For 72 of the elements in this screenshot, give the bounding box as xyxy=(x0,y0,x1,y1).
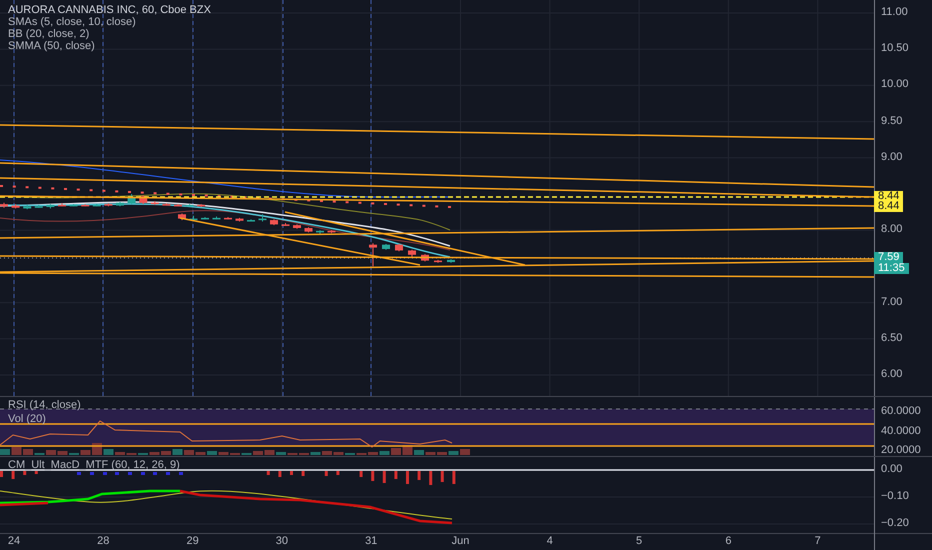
axis-tick-label: 20.0000 xyxy=(881,445,921,456)
candlestick xyxy=(104,202,112,207)
candlestick xyxy=(236,217,244,222)
candlestick xyxy=(116,201,124,207)
candlestick xyxy=(186,204,194,207)
candlestick xyxy=(382,243,390,250)
candlestick xyxy=(224,216,232,220)
alert-price-label: 8.44 xyxy=(874,201,904,212)
candlestick xyxy=(258,214,266,222)
indicator-legend: CM_Ult_MacD_MTF (60, 12, 26, 9) xyxy=(8,458,180,472)
candlestick xyxy=(81,204,90,207)
time-axis-label: 31 xyxy=(365,536,378,547)
axis-tick-label: 40.0000 xyxy=(881,426,921,436)
axis-tick-label: 0.00 xyxy=(881,464,902,475)
indicator-legend: Vol (20) xyxy=(8,412,81,426)
candlestick xyxy=(293,224,301,230)
candlestick xyxy=(58,202,66,207)
candlestick xyxy=(174,204,182,207)
candlestick xyxy=(12,204,20,209)
candlestick xyxy=(162,202,170,206)
bar-countdown-label: 11:35 xyxy=(874,263,909,274)
symbol-title: AURORA CANNABIS INC, 60, Cboe BZX xyxy=(8,4,211,16)
time-axis-label: 6 xyxy=(725,536,732,547)
indicator-legend: SMAs (5, close, 10, close) xyxy=(8,16,211,28)
axis-tick-label: 60.0000 xyxy=(881,406,921,417)
candlestick xyxy=(0,202,8,208)
time-axis-label: 28 xyxy=(97,536,110,547)
axis-tick-label: 10.00 xyxy=(881,79,909,90)
time-axis-label: 7 xyxy=(814,536,821,547)
indicator-legend: SMMA (50, close) xyxy=(8,40,211,52)
candlestick xyxy=(304,226,312,233)
candlestick xyxy=(150,200,159,206)
axis-tick-label: −0.10 xyxy=(881,491,909,502)
candlestick xyxy=(201,216,209,220)
axis-tick-label: 6.50 xyxy=(881,332,902,344)
axis-tick-label: 7.00 xyxy=(881,296,902,308)
candlestick xyxy=(190,215,198,222)
candlestick xyxy=(447,258,455,264)
time-axis-label: 30 xyxy=(276,536,288,547)
time-axis-label: Jun xyxy=(452,536,470,547)
axis-tick-label: 10.50 xyxy=(881,43,909,54)
axis-tick-label: 6.00 xyxy=(881,369,902,380)
candlestick xyxy=(70,204,78,207)
candlestick xyxy=(92,204,101,207)
candlestick xyxy=(282,222,290,226)
indicator-legend: RSI (14, close) xyxy=(8,398,81,412)
candlestick xyxy=(178,213,186,221)
candlestick xyxy=(128,194,136,205)
axis-tick-label: 8.00 xyxy=(881,224,902,236)
candlestick xyxy=(247,218,255,222)
candlestick xyxy=(34,204,43,208)
last-price-label: 7.59 xyxy=(874,252,904,263)
time-axis-label: 4 xyxy=(546,536,553,547)
candlestick xyxy=(139,194,148,205)
time-axis-label: 5 xyxy=(636,536,642,547)
axis-tick-label: 9.00 xyxy=(881,152,902,163)
time-axis-label: 24 xyxy=(8,536,20,547)
time-axis-label: 29 xyxy=(186,536,199,547)
candlestick xyxy=(408,249,416,258)
candlestick xyxy=(23,204,32,210)
candlestick xyxy=(270,218,278,226)
axis-tick-label: −0.20 xyxy=(881,518,909,529)
candlestick xyxy=(395,243,403,252)
indicator-legend: BB (20, close, 2) xyxy=(8,28,211,40)
candlestick xyxy=(328,230,336,234)
axis-tick-label: 11.00 xyxy=(881,7,908,18)
alert-price-label: 8.44 xyxy=(874,191,904,202)
candlestick xyxy=(197,204,206,208)
candlestick xyxy=(46,204,54,209)
candlestick xyxy=(369,242,377,267)
candlestick xyxy=(316,230,324,234)
axis-tick-label: 9.50 xyxy=(881,116,902,127)
